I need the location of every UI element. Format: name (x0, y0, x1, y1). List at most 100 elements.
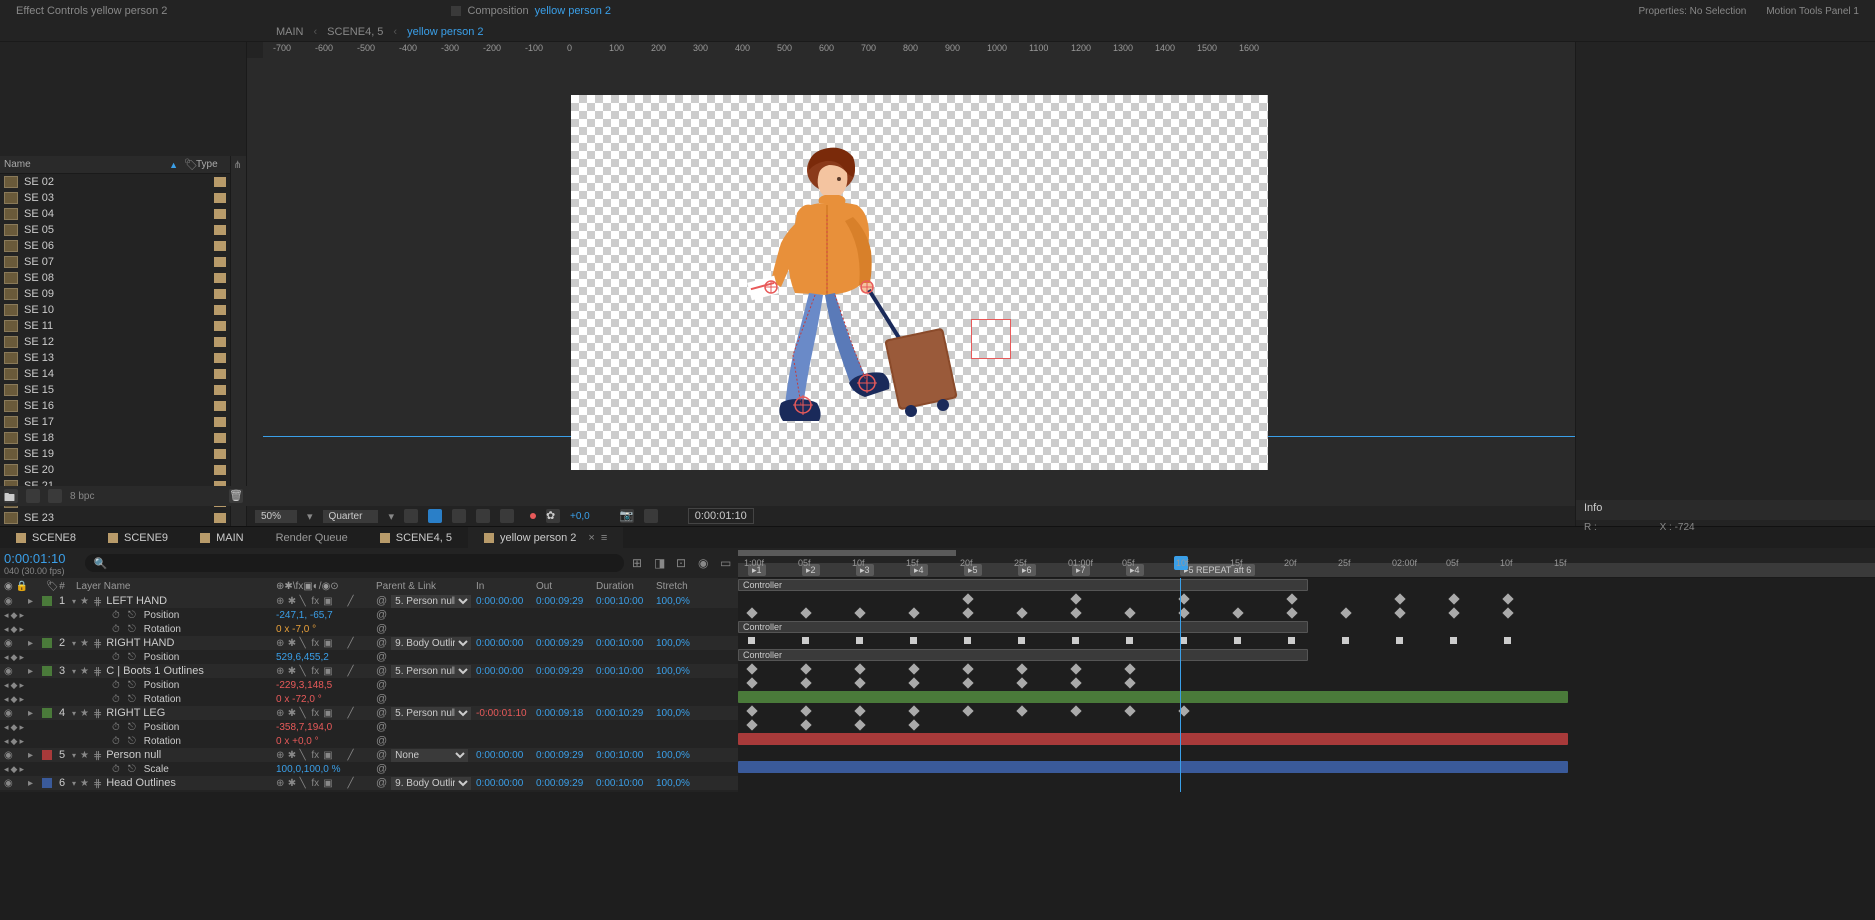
eye-icon[interactable]: ◉ (4, 666, 14, 677)
channel-red-icon[interactable] (530, 513, 536, 519)
timeline-tab[interactable]: SCENE9 (92, 527, 184, 548)
label-swatch[interactable] (214, 401, 226, 411)
keyframe[interactable] (908, 677, 919, 688)
keyframe-track[interactable] (738, 746, 1875, 760)
controller-bar[interactable]: Controller (738, 621, 1308, 633)
graph-icon[interactable]: ⎋ (128, 694, 136, 705)
bpc-label[interactable]: 8 bpc (70, 491, 94, 502)
keyframe[interactable] (1124, 663, 1135, 674)
out-time[interactable]: 0:00:09:29 (532, 778, 592, 789)
project-item[interactable]: SE 15 (0, 382, 230, 398)
keyframe[interactable] (854, 607, 865, 618)
graph-icon[interactable]: ⎋ (128, 736, 136, 747)
project-item[interactable]: SE 18 (0, 430, 230, 446)
breadcrumb-main[interactable]: MAIN (276, 26, 304, 38)
layer-name[interactable]: C | Boots 1 Outlines (106, 665, 204, 677)
label-swatch[interactable] (214, 273, 226, 283)
keyframe[interactable] (1234, 637, 1241, 644)
interpret-icon[interactable]: 🖿 (4, 489, 18, 503)
label-swatch[interactable] (214, 417, 226, 427)
keyframe[interactable] (1070, 593, 1081, 604)
label-swatch[interactable] (214, 321, 226, 331)
pickwhip-icon[interactable]: @ (376, 595, 387, 607)
stretch[interactable]: 100,0% (652, 596, 702, 607)
keyframe[interactable] (908, 719, 919, 730)
duration[interactable]: 0:00:10:00 (592, 750, 652, 761)
label-color[interactable] (42, 708, 52, 718)
frame-blend-icon[interactable]: ⊡ (676, 556, 690, 570)
stopwatch-icon[interactable]: ⏱ (112, 680, 120, 691)
next-kf-icon[interactable]: ▸ (19, 736, 24, 747)
keyframe[interactable] (908, 607, 919, 618)
project-item[interactable]: SE 09 (0, 286, 230, 302)
pickwhip-icon[interactable]: @ (376, 637, 387, 649)
twirl-icon[interactable]: ▸ (28, 638, 38, 649)
stretch[interactable]: 100,0% (652, 778, 702, 789)
new-folder-icon[interactable] (48, 489, 62, 503)
zoom-select[interactable]: 50% (255, 510, 297, 523)
next-kf-icon[interactable]: ▸ (19, 764, 24, 775)
keyframe[interactable] (746, 677, 757, 688)
keyframe-track[interactable] (738, 704, 1875, 718)
composition-canvas[interactable] (571, 95, 1268, 470)
project-item[interactable]: SE 07 (0, 254, 230, 270)
eye-icon[interactable]: ◉ (4, 750, 14, 761)
out-time[interactable]: 0:00:09:29 (532, 750, 592, 761)
keyframe[interactable] (1394, 607, 1405, 618)
keyframe[interactable] (962, 607, 973, 618)
keyframe-track[interactable] (738, 634, 1875, 648)
column-in[interactable]: In (472, 581, 532, 592)
keyframe[interactable] (908, 705, 919, 716)
project-item[interactable]: SE 12 (0, 334, 230, 350)
layer-name[interactable]: LEFT HAND (106, 595, 167, 607)
label-swatch[interactable] (214, 353, 226, 363)
keyframe[interactable] (1070, 663, 1081, 674)
label-swatch[interactable] (214, 241, 226, 251)
keyframe-track[interactable] (738, 718, 1875, 732)
viewer-timecode[interactable]: 0:00:01:10 (688, 508, 754, 524)
stopwatch-icon[interactable]: ⏱ (112, 694, 120, 705)
stretch[interactable]: 100,0% (652, 638, 702, 649)
label-color[interactable] (42, 778, 52, 788)
property-value[interactable]: 0 x +0,0 ° (276, 736, 319, 747)
stopwatch-icon[interactable]: ⏱ (112, 624, 120, 635)
keyframe[interactable] (1126, 637, 1133, 644)
keyframe[interactable] (746, 663, 757, 674)
property-value[interactable]: 0 x -72,0 ° (276, 694, 322, 705)
label-swatch[interactable] (214, 433, 226, 443)
keyframe[interactable] (746, 607, 757, 618)
keyframe[interactable] (1342, 637, 1349, 644)
in-time[interactable]: 0:00:00:00 (472, 778, 532, 789)
graph-icon[interactable]: ⎋ (128, 722, 136, 733)
stopwatch-icon[interactable]: ⏱ (112, 652, 120, 663)
stopwatch-icon[interactable]: ⏱ (112, 764, 120, 775)
project-list[interactable]: SE 02SE 03SE 04SE 05SE 06SE 07SE 08SE 09… (0, 174, 230, 526)
graph-editor-icon[interactable]: ▭ (720, 556, 734, 570)
graph-icon[interactable]: ⎋ (128, 610, 136, 621)
label-swatch[interactable] (214, 289, 226, 299)
in-time[interactable]: 0:00:00:00 (472, 596, 532, 607)
resolution-select[interactable]: Quarter (323, 510, 379, 523)
stopwatch-icon[interactable]: ⏱ (112, 722, 120, 733)
project-item[interactable]: SE 16 (0, 398, 230, 414)
keyframe[interactable] (1016, 677, 1027, 688)
duration[interactable]: 0:00:10:29 (592, 708, 652, 719)
out-time[interactable]: 0:00:09:29 (532, 596, 592, 607)
project-item[interactable]: SE 10 (0, 302, 230, 318)
parent-select[interactable]: 9. Body Outlir (391, 637, 471, 650)
property-row[interactable]: ◂◆▸ ⏱⎋Position -247,1, -65,7 @ (0, 608, 738, 622)
stopwatch-icon[interactable]: ⏱ (112, 610, 120, 621)
keyframe[interactable] (1232, 607, 1243, 618)
property-value[interactable]: -247,1, -65,7 (276, 610, 333, 621)
project-item[interactable]: SE 14 (0, 366, 230, 382)
timeline-layers[interactable]: ◉▸ 1 ▾★⋕LEFT HAND ⊕✱╲fx▣╱ @5. Person nul… (0, 594, 738, 792)
in-time[interactable]: 0:00:00:00 (472, 666, 532, 677)
keyframe[interactable] (964, 637, 971, 644)
keyframe[interactable] (1394, 593, 1405, 604)
timeline-time[interactable]: 0:00:01:10 (4, 551, 65, 566)
prev-kf-icon[interactable]: ◂ (4, 624, 9, 635)
next-kf-icon[interactable]: ▸ (19, 694, 24, 705)
project-item[interactable]: SE 11 (0, 318, 230, 334)
property-row[interactable]: ◂◆▸ ⏱⎋Position -229,3,148,5 @ (0, 678, 738, 692)
project-name-column[interactable]: Name (4, 159, 169, 170)
